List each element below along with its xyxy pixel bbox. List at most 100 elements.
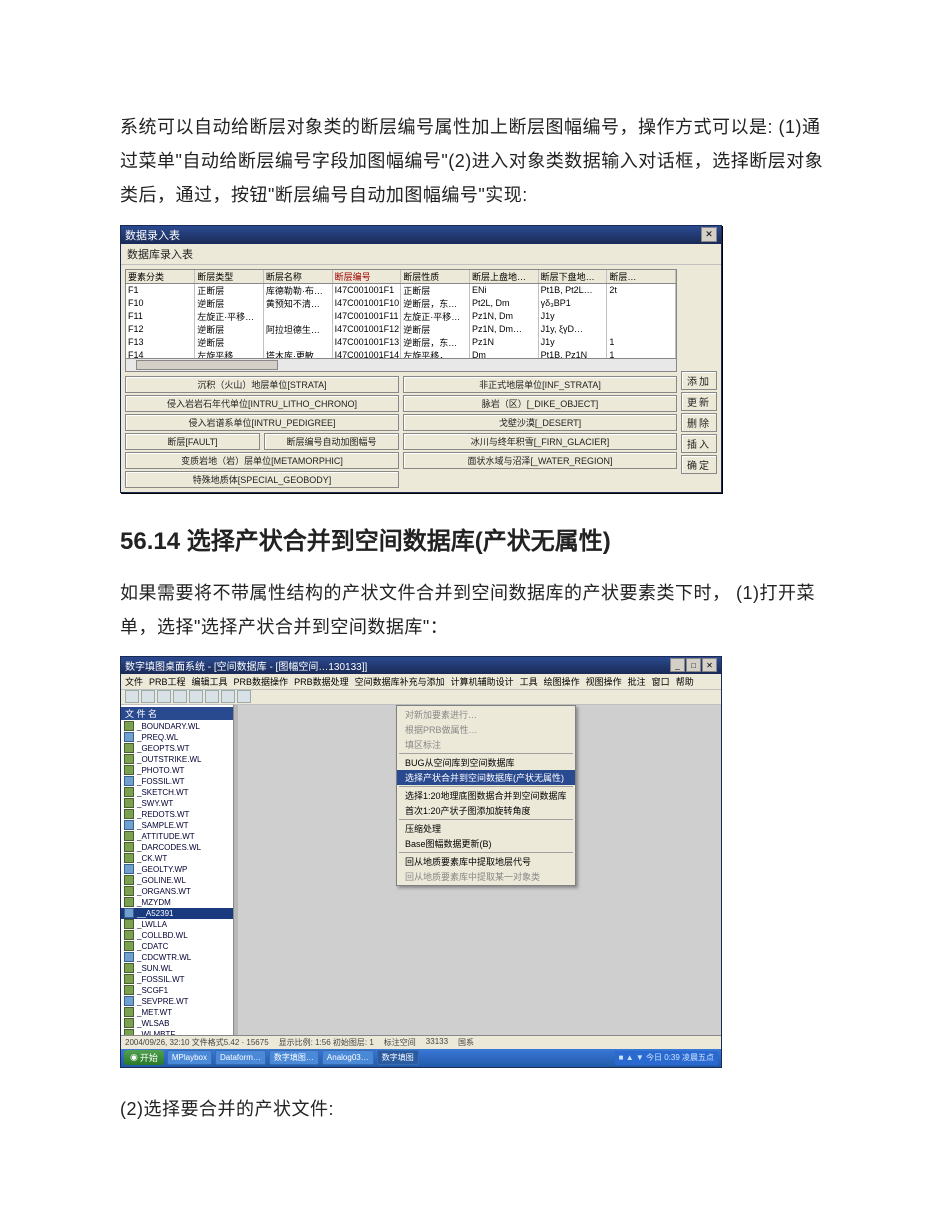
tool-icon[interactable] — [189, 690, 203, 703]
table-row[interactable]: F13逆断层I47C001001F13逆断层，东…Pz1NJ1y1 — [126, 336, 676, 349]
tree-item[interactable]: _SWY.WT — [121, 798, 233, 809]
category-button[interactable]: 侵入岩谱系单位[INTRU_PEDIGREE] — [125, 414, 399, 431]
menu-item[interactable]: 帮助 — [676, 675, 694, 688]
action-button[interactable]: 添加 — [681, 371, 717, 390]
column-header[interactable]: 断层编号 — [332, 270, 401, 284]
menu-item[interactable]: PRB工程 — [149, 675, 186, 688]
category-button[interactable]: 侵入岩岩石年代单位[INTRU_LITHO_CHRONO] — [125, 395, 399, 412]
category-button[interactable]: 冰川与终年积雪[_FIRN_GLACIER] — [403, 433, 677, 450]
table-row[interactable]: F10逆断层黄预知不清…I47C001001F10逆断层，东…Pt2L, Dmγ… — [126, 297, 676, 310]
tree-item[interactable]: _CDCWTR.WL — [121, 952, 233, 963]
column-header[interactable]: 断层… — [607, 270, 676, 284]
tool-icon[interactable] — [237, 690, 251, 703]
fault-table[interactable]: 要素分类断层类型断层名称断层编号断层性质断层上盘地…断层下盘地…断层… F1正断… — [125, 269, 677, 359]
action-button[interactable]: 更新 — [681, 392, 717, 411]
action-button[interactable]: 插入 — [681, 434, 717, 453]
horizontal-scrollbar[interactable] — [125, 359, 677, 372]
app-titlebar[interactable]: 数字填图桌面系统 - [空间数据库 - [图幅空间…130133]] _ □ ✕ — [121, 657, 721, 674]
column-header[interactable]: 断层名称 — [263, 270, 332, 284]
menubar[interactable]: 文件 PRB工程编辑工具 PRB数据操作 PRB数据处理空间数据库补充与添加计算机辅助… — [121, 674, 721, 690]
tree-item[interactable]: _GEOLTY.WP — [121, 864, 233, 875]
column-header[interactable]: 要素分类 — [126, 270, 195, 284]
taskbar[interactable]: ◉ 开始 MPlayboxDataform…数字填图…Analog03…数字填图… — [121, 1049, 721, 1067]
tree-item[interactable]: _MET.WT — [121, 1007, 233, 1018]
tree-item[interactable]: _WLMBTF — [121, 1029, 233, 1035]
menu-item[interactable]: PRB数据处理 — [294, 675, 349, 688]
category-button[interactable]: 面状水域与沼泽[_WATER_REGION] — [403, 452, 677, 469]
tool-icon[interactable] — [157, 690, 171, 703]
taskbar-button[interactable]: 数字填图… — [269, 1050, 319, 1065]
tree-item[interactable]: _CDATC — [121, 941, 233, 952]
tool-icon[interactable] — [125, 690, 139, 703]
menu-item[interactable]: 编辑工具 — [192, 675, 228, 688]
tree-item[interactable]: _SAMPLE.WT — [121, 820, 233, 831]
menu-item[interactable]: 绘图操作 — [544, 675, 580, 688]
tool-icon[interactable] — [141, 690, 155, 703]
map-canvas[interactable]: 对新加要素进行…根据PRB做属性…填区标注BUG从空间库到空间数据库选择产状合并… — [238, 705, 721, 1035]
column-header[interactable]: 断层性质 — [401, 270, 470, 284]
column-header[interactable]: 断层类型 — [195, 270, 264, 284]
tree-item[interactable]: _COLLBD.WL — [121, 930, 233, 941]
close-icon[interactable]: ✕ — [702, 658, 717, 672]
table-row[interactable]: F14左旋平移塔木库·更敏…I47C001001F14左旋平移，…DmPt1B,… — [126, 349, 676, 359]
category-button[interactable]: 戈壁沙漠[_DESERT] — [403, 414, 677, 431]
tree-item[interactable]: _DARCODES.WL — [121, 842, 233, 853]
menu-item[interactable]: 计算机辅助设计 — [451, 675, 514, 688]
tree-item[interactable]: __A52391 — [121, 908, 233, 919]
dropdown-item[interactable]: Base图幅数据更新(B) — [397, 836, 575, 851]
tree-item[interactable]: _PHOTO.WT — [121, 765, 233, 776]
table-row[interactable]: F11左旋正·平移…I47C001001F11左旋正·平移…Pz1N, DmJ1… — [126, 310, 676, 323]
menu-item[interactable]: PRB数据操作 — [234, 675, 289, 688]
tree-item[interactable]: _CK.WT — [121, 853, 233, 864]
dropdown-item[interactable]: 压缩处理 — [397, 821, 575, 836]
dropdown-item[interactable]: 首次1:20产状子图添加旋转角度 — [397, 803, 575, 818]
start-button[interactable]: ◉ 开始 — [124, 1050, 164, 1065]
close-icon[interactable]: ✕ — [701, 227, 717, 242]
tool-icon[interactable] — [221, 690, 235, 703]
toolbar[interactable] — [121, 690, 721, 705]
menu-item[interactable]: 文件 — [125, 675, 143, 688]
tree-item[interactable]: _MZYDM — [121, 897, 233, 908]
category-button[interactable]: 脉岩（区）[_DIKE_OBJECT] — [403, 395, 677, 412]
category-button[interactable]: 沉积（火山）地层单位[STRATA] — [125, 376, 399, 393]
dropdown-item[interactable]: 选择产状合并到空间数据库(产状无属性) — [397, 770, 575, 785]
category-button[interactable]: 断层编号自动加图幅号 — [264, 433, 399, 450]
tree-item[interactable]: _WLSAB — [121, 1018, 233, 1029]
category-button[interactable]: 断层[FAULT] — [125, 433, 260, 450]
category-button[interactable]: 特殊地质体[SPECIAL_GEOBODY] — [125, 471, 399, 488]
dropdown-item[interactable]: BUG从空间库到空间数据库 — [397, 755, 575, 770]
tree-item[interactable]: _ATTITUDE.WT — [121, 831, 233, 842]
tree-item[interactable]: _OUTSTRIKE.WL — [121, 754, 233, 765]
maximize-icon[interactable]: □ — [686, 658, 701, 672]
tree-item[interactable]: _FOSSIL.WT — [121, 776, 233, 787]
tree-item[interactable]: _FOSSIL.WT — [121, 974, 233, 985]
action-button[interactable]: 确定 — [681, 455, 717, 474]
taskbar-button[interactable]: MPlaybox — [167, 1050, 212, 1065]
menu-item[interactable]: 批注 — [628, 675, 646, 688]
minimize-icon[interactable]: _ — [670, 658, 685, 672]
menu-item[interactable]: 窗口 — [652, 675, 670, 688]
dropdown-item[interactable]: 回从地质要素库中提取地层代号 — [397, 854, 575, 869]
action-button[interactable]: 删除 — [681, 413, 717, 432]
layer-tree[interactable]: 文 件 名 _BOUNDARY.WL_PREQ.WL_GEOPTS.WT_OUT… — [121, 705, 234, 1035]
system-tray[interactable]: ■ ▲ ▼ 今日 0:39 凌晨五点 — [615, 1051, 718, 1065]
tree-item[interactable]: _ORGANS.WT — [121, 886, 233, 897]
tool-icon[interactable] — [205, 690, 219, 703]
tree-item[interactable]: _LWLLA — [121, 919, 233, 930]
tree-item[interactable]: _GOLINE.WL — [121, 875, 233, 886]
table-row[interactable]: F12逆断层阿拉坦德生…I47C001001F12逆断层Pz1N, Dm…J1y… — [126, 323, 676, 336]
category-button[interactable]: 非正式地层单位[INF_STRATA] — [403, 376, 677, 393]
tree-item[interactable]: _PREQ.WL — [121, 732, 233, 743]
tree-item[interactable]: _REDOTS.WT — [121, 809, 233, 820]
taskbar-button[interactable]: 数字填图 — [377, 1050, 419, 1065]
dialog-titlebar[interactable]: 数据录入表 ✕ — [121, 226, 721, 244]
tree-item[interactable]: _SUN.WL — [121, 963, 233, 974]
table-row[interactable]: F1正断层库德勒勒·布…I47C001001F1正断层ENiPt1B, Pt2L… — [126, 283, 676, 297]
menu-item[interactable]: 空间数据库补充与添加 — [355, 675, 445, 688]
column-header[interactable]: 断层下盘地… — [538, 270, 607, 284]
tree-item[interactable]: _BOUNDARY.WL — [121, 721, 233, 732]
dropdown-item[interactable]: 选择1:20地理底图数据合并到空间数据库 — [397, 788, 575, 803]
tree-item[interactable]: _SEVPRE.WT — [121, 996, 233, 1007]
taskbar-button[interactable]: Dataform… — [215, 1050, 266, 1065]
column-header[interactable]: 断层上盘地… — [469, 270, 538, 284]
